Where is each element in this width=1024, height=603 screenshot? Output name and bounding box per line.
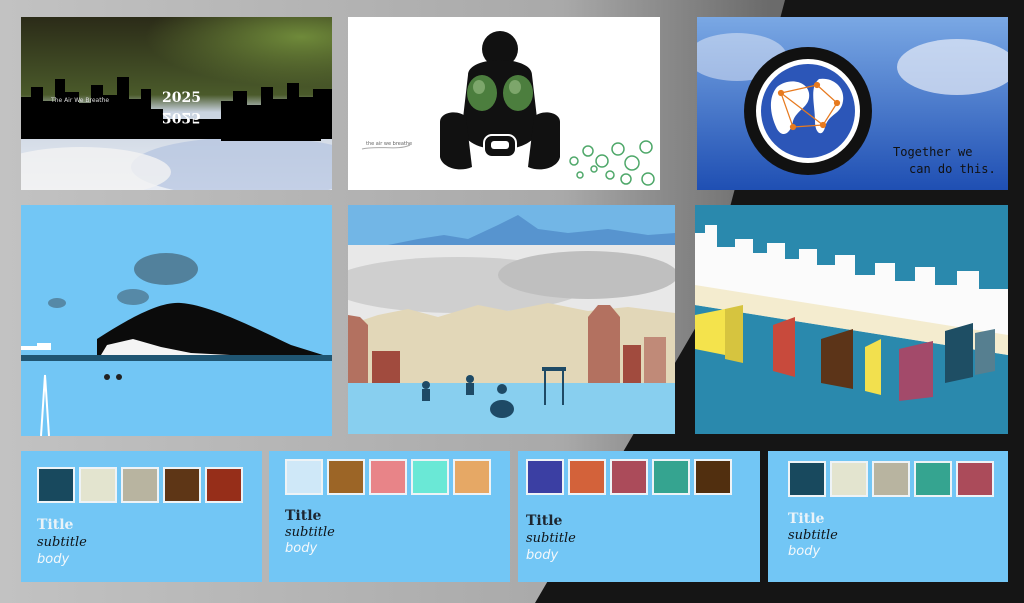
swatch [526, 459, 564, 495]
swatch-row [526, 459, 732, 495]
swatch-row [285, 459, 491, 495]
palette-title: Title [526, 513, 563, 529]
palette-subtitle: subtitle [788, 528, 838, 543]
swatch [121, 467, 159, 503]
palette-body: body [37, 552, 70, 567]
palette-title: Title [37, 517, 74, 533]
swatch [956, 461, 994, 497]
swatch [369, 459, 407, 495]
palette-subtitle: subtitle [526, 531, 576, 546]
swatch [872, 461, 910, 497]
swatch [79, 467, 117, 503]
swatch [694, 459, 732, 495]
swatch [568, 459, 606, 495]
swatch [411, 459, 449, 495]
swatch [285, 459, 323, 495]
slide-island-landscape[interactable] [21, 205, 332, 436]
swatch [610, 459, 648, 495]
swatch-row [37, 467, 243, 503]
swatch [205, 467, 243, 503]
swatch-row [788, 461, 994, 497]
slide-year: 2025 [162, 90, 201, 106]
palette-body: body [526, 548, 559, 563]
slide-gas-mask[interactable]: the air we breathe [348, 17, 660, 190]
slide-city-playground[interactable] [348, 205, 675, 434]
swatch [37, 467, 75, 503]
swatch [652, 459, 690, 495]
swatch [327, 459, 365, 495]
swatch [830, 461, 868, 497]
slide-year-reflection: 2025 [162, 109, 201, 125]
palette-card-3[interactable]: Title subtitle body [518, 451, 760, 582]
swatch [788, 461, 826, 497]
slide-skyline-isometric[interactable] [695, 205, 1008, 434]
palette-body: body [788, 544, 821, 559]
palette-subtitle: subtitle [285, 525, 335, 540]
slide-small-title: the air we breathe [366, 141, 413, 147]
palette-title: Title [285, 508, 322, 524]
palette-title: Title [788, 511, 825, 527]
slide-air-we-breathe-2025[interactable]: The Air We Breathe 2025 2025 [21, 17, 332, 190]
swatch [163, 467, 201, 503]
gas-mask-icon [440, 31, 560, 170]
slide-caption-line1: Together we [893, 145, 973, 159]
swatch [914, 461, 952, 497]
slide-caption-line2: can do this. [909, 162, 996, 176]
slide-small-title: The Air We Breathe [51, 97, 110, 104]
palette-body: body [285, 541, 318, 556]
palette-card-4[interactable]: Title subtitle body [768, 451, 1008, 582]
palette-subtitle: subtitle [37, 535, 87, 550]
swatch [453, 459, 491, 495]
slide-together-globe[interactable]: Together we can do this. [697, 17, 1008, 190]
palette-card-2[interactable]: Title subtitle body [269, 451, 510, 582]
palette-card-1[interactable]: Title subtitle body [21, 451, 262, 582]
